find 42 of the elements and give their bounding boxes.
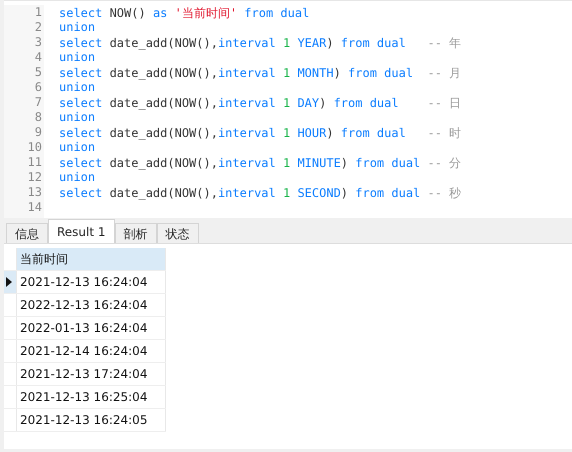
line-number: 1 [34,5,43,20]
code-line: select date_add(NOW(),interval 1 YEAR) from dual -- 年 [59,35,462,50]
line-number: 4 [34,50,43,65]
line-number: 13 [26,185,43,200]
line-number: 8 [34,110,43,125]
tab[interactable]: 状态 [156,223,199,243]
code-line: union [59,50,96,65]
code-line: union [59,80,96,95]
code-line: union [59,110,96,125]
code-line: select date_add(NOW(),interval 1 HOUR) from dual -- 时 [59,125,462,140]
table-cell: 2021-12-13 16:24:04 [16,270,166,294]
line-number: 5 [34,65,43,80]
code-line: select date_add(NOW(),interval 1 MINUTE) from dual -- 分 [59,155,462,170]
current-row-icon [6,277,12,287]
table-cell: 2022-01-13 16:24:04 [16,316,166,340]
column-header[interactable]: 当前时间 [16,248,166,270]
line-number: 3 [34,35,43,50]
sql-editor[interactable] [4,0,572,218]
code-line: union [59,140,96,155]
table-cell: 2021-12-13 16:24:05 [16,408,166,432]
line-number: 6 [34,80,43,95]
code-line: union [59,20,96,35]
line-number: 2 [34,20,43,35]
line-number: 14 [26,200,43,215]
tab[interactable]: 信息 [6,223,48,243]
table-cell: 2022-12-13 16:24:04 [16,294,166,316]
code-line: select date_add(NOW(),interval 1 DAY) from dual -- 日 [59,95,462,110]
line-number: 12 [26,170,43,185]
row-indicator[interactable] [4,270,16,294]
table-cell: 2021-12-14 16:24:04 [16,340,166,362]
table-cell: 2021-12-13 17:24:04 [16,362,166,386]
tab[interactable]: Result 1 [48,219,115,243]
line-number: 11 [26,155,43,170]
code-line: select date_add(NOW(),interval 1 MONTH) from dual -- 月 [59,65,462,80]
code-line: union [59,170,96,185]
code-line: select date_add(NOW(),interval 1 SECOND) from dual -- 秒 [59,185,462,200]
line-number: 9 [34,125,43,140]
table-cell: 2021-12-13 16:25:04 [16,386,166,408]
line-number: 7 [34,95,43,110]
code-line: select NOW() as '当前时间' from dual [59,5,310,20]
tab[interactable]: 剖析 [114,223,157,243]
line-number: 10 [26,140,43,155]
